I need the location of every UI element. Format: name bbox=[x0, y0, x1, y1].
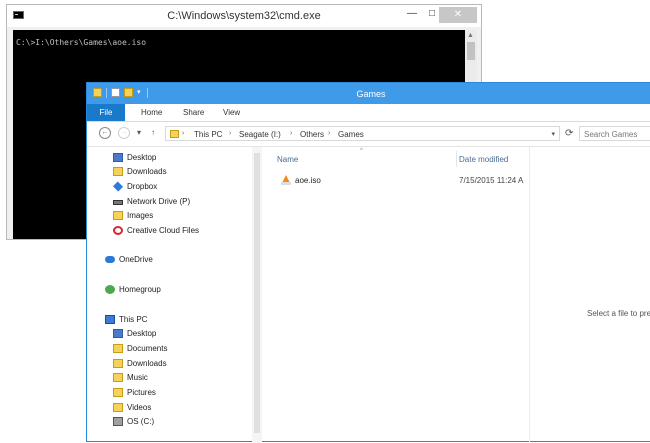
nav-item-label: Homegroup bbox=[119, 285, 161, 294]
desktop-icon bbox=[113, 329, 123, 338]
breadcrumb-seagate[interactable]: Seagate (I:) bbox=[239, 130, 281, 139]
column-header-name[interactable]: Name bbox=[277, 155, 298, 164]
breadcrumb-games[interactable]: Games bbox=[338, 130, 364, 139]
desktop-icon bbox=[113, 153, 123, 162]
scroll-up-icon[interactable]: ▲ bbox=[467, 32, 474, 39]
nav-item-label: Documents bbox=[127, 344, 168, 353]
list-item[interactable]: aoe.iso 7/15/2015 11:24 A bbox=[279, 174, 529, 188]
nav-item-label: Videos bbox=[127, 403, 152, 412]
vlc-icon bbox=[281, 175, 291, 185]
search-placeholder: Search Games bbox=[584, 130, 638, 139]
console-prompt: C:\>I:\Others\Games\aoe.iso bbox=[16, 38, 147, 47]
nav-item-label: Creative Cloud Files bbox=[127, 226, 200, 235]
nav-item-label: Network Drive (P) bbox=[127, 197, 191, 206]
chevron-right-icon[interactable]: › bbox=[290, 130, 292, 137]
nav-item-label: Downloads bbox=[127, 359, 167, 368]
recent-locations-icon[interactable]: ▾ bbox=[137, 128, 141, 137]
navigation-pane[interactable]: Desktop Downloads Dropbox Network Drive … bbox=[87, 147, 263, 443]
column-header-date[interactable]: Date modified bbox=[459, 155, 508, 164]
chevron-right-icon[interactable]: › bbox=[229, 130, 231, 137]
creative-cloud-icon bbox=[113, 226, 123, 235]
tab-home[interactable]: Home bbox=[141, 108, 162, 117]
drive-icon bbox=[113, 417, 123, 426]
file-date: 7/15/2015 11:24 A bbox=[459, 176, 524, 185]
nav-scroll-thumb[interactable] bbox=[254, 153, 260, 433]
nav-scrollbar[interactable] bbox=[252, 147, 262, 443]
explorer-title: Games bbox=[356, 89, 386, 99]
tab-file[interactable]: File bbox=[87, 104, 125, 121]
nav-item-label: Music bbox=[127, 373, 148, 382]
nav-item-label: OneDrive bbox=[119, 255, 153, 264]
computer-icon bbox=[105, 315, 115, 324]
homegroup-icon bbox=[105, 285, 115, 294]
nav-item-label: Dropbox bbox=[127, 182, 158, 191]
tab-view[interactable]: View bbox=[223, 108, 240, 117]
ribbon-tabs: File Home Share View bbox=[87, 104, 650, 122]
downloads-icon bbox=[113, 359, 123, 368]
folder-icon bbox=[113, 211, 123, 220]
tab-share[interactable]: Share bbox=[183, 108, 204, 117]
cmd-titlebar[interactable]: C:\Windows\system32\cmd.exe — □ ✕ bbox=[7, 5, 481, 27]
file-list[interactable]: ^ Name Date modified aoe.iso 7/15/2015 1… bbox=[263, 147, 529, 443]
address-dropdown-icon[interactable]: ▾ bbox=[551, 130, 555, 138]
preview-pane: Select a file to pre bbox=[529, 147, 650, 443]
dropbox-icon bbox=[112, 181, 124, 192]
column-divider[interactable] bbox=[456, 151, 457, 167]
forward-button[interactable]: → bbox=[118, 127, 130, 139]
documents-icon bbox=[113, 344, 123, 353]
explorer-titlebar[interactable]: ▾ Games bbox=[87, 83, 650, 104]
breadcrumb-this-pc[interactable]: This PC bbox=[194, 130, 222, 139]
back-button[interactable]: ← bbox=[99, 127, 111, 139]
music-icon bbox=[113, 373, 123, 382]
nav-item-label: Desktop bbox=[127, 329, 157, 338]
network-drive-icon bbox=[113, 200, 123, 205]
videos-icon bbox=[113, 403, 123, 412]
folder-icon bbox=[170, 130, 179, 138]
file-name: aoe.iso bbox=[295, 176, 321, 185]
chevron-right-icon[interactable]: › bbox=[328, 130, 330, 137]
nav-item-label: OS (C:) bbox=[127, 417, 155, 426]
nav-item-label: Pictures bbox=[127, 388, 156, 397]
up-button[interactable]: ↑ bbox=[151, 128, 155, 137]
close-button[interactable]: ✕ bbox=[439, 7, 477, 23]
scroll-thumb[interactable] bbox=[467, 42, 475, 60]
explorer-window[interactable]: ▾ Games File Home Share View ← → ▾ ↑ › T… bbox=[86, 82, 650, 443]
nav-item-label: Desktop bbox=[127, 153, 157, 162]
nav-item-label: Downloads bbox=[127, 167, 167, 176]
preview-message: Select a file to pre bbox=[587, 309, 650, 318]
chevron-right-icon[interactable]: › bbox=[182, 130, 184, 137]
minimize-button[interactable]: — bbox=[405, 8, 419, 20]
maximize-button[interactable]: □ bbox=[425, 8, 439, 20]
downloads-icon bbox=[113, 167, 123, 176]
search-input[interactable]: Search Games bbox=[579, 126, 650, 141]
address-bar-row: ← → ▾ ↑ › This PC › Seagate (I:) › Other… bbox=[87, 122, 650, 147]
breadcrumb-others[interactable]: Others bbox=[300, 130, 324, 139]
nav-item-label: This PC bbox=[119, 315, 148, 324]
address-bar[interactable]: › This PC › Seagate (I:) › Others › Game… bbox=[165, 126, 560, 141]
nav-item-label: Images bbox=[127, 211, 154, 220]
onedrive-icon bbox=[105, 256, 115, 263]
refresh-icon[interactable]: ⟳ bbox=[565, 128, 573, 139]
pictures-icon bbox=[113, 388, 123, 397]
sort-indicator-icon: ^ bbox=[360, 148, 363, 154]
